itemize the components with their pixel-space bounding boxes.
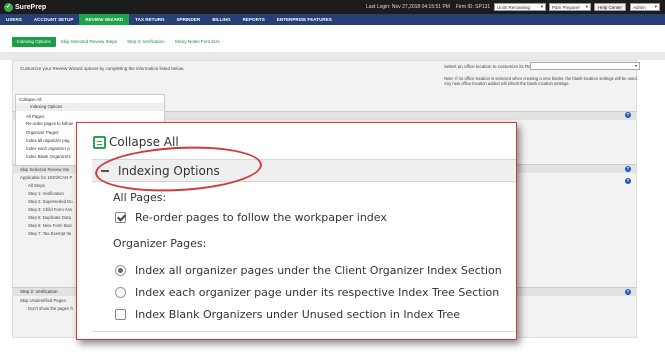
mini-reorder-option[interactable]: Re-order pages to follow (26, 121, 73, 126)
nav-users[interactable]: USERS (0, 14, 28, 25)
verification-header: Step 2: Verification (20, 289, 58, 294)
chevron-down-icon: ▾ (654, 4, 657, 9)
help-icon[interactable]: ? (625, 178, 631, 184)
step-item[interactable]: Step 3: Child Form Ass (28, 207, 72, 212)
all-pages-label: All Pages: (113, 191, 167, 204)
reorder-pages-option[interactable]: Re-order pages to follow the workpaper i… (115, 211, 387, 224)
nav-enterprise-features[interactable]: ENTERPRISE FEATURES (271, 14, 338, 25)
option-3-label: Index Blank Organizers under Unused sect… (135, 308, 461, 321)
page-description: Customize your Review Wizard options by … (20, 66, 185, 71)
nav-reports[interactable]: REPORTS (237, 14, 271, 25)
mini-option-3[interactable]: Index Blank Organizers (26, 154, 71, 159)
nav-account-setup[interactable]: ACCOUNT SETUP (28, 14, 80, 25)
firm-id-text: Firm ID: SP131 (456, 4, 491, 10)
step-item[interactable]: Step 6: New Form Bod (28, 223, 71, 228)
main-nav: USERS ACCOUNT SETUP REVIEW WIZARD TAX RE… (0, 14, 665, 25)
divider-band (0, 52, 665, 60)
mini-indexing-title: Indexing Options (30, 104, 63, 109)
radio-index-each[interactable] (115, 287, 126, 298)
unidentified-label: Skip Unidentified Pages: (20, 298, 67, 303)
review-wizard-screen: ✓ SurePrep Last Login: Nov 27,2018 04:15:… (0, 0, 665, 354)
applicable-label: Applicable for 1040/ICAN P (20, 175, 73, 180)
zoomed-indexing-panel: Collapse All Indexing Options All Pages:… (76, 122, 517, 340)
help-icon[interactable]: ? (625, 166, 631, 172)
sub-tabs: Indexing Options Skip Selected Review St… (0, 36, 665, 48)
top-bar: ✓ SurePrep Last Login: Nov 27,2018 04:15:… (0, 0, 665, 14)
option-1-label: Index all organizer pages under the Clie… (135, 264, 502, 277)
chevron-down-icon: ▾ (634, 63, 637, 68)
step-item[interactable]: Step 1: Verification (28, 191, 64, 196)
organizer-option-2[interactable]: Index each organizer page under its resp… (115, 286, 499, 299)
organizer-option-1[interactable]: Index all organizer pages under the Clie… (115, 264, 502, 277)
reorder-checkbox[interactable] (115, 212, 126, 223)
dont-show-option[interactable]: Don't show the pages fr (28, 306, 73, 311)
office-location-select[interactable]: ▾ (530, 62, 640, 70)
step-item[interactable]: All Steps (28, 183, 45, 188)
admin-label: Admin (633, 4, 646, 10)
nav-billing[interactable]: BILLING (206, 14, 236, 25)
step-item[interactable]: Step 2: Superseded Do (28, 199, 73, 204)
tab-sticky-notes[interactable]: Sticky Notes Font Size (170, 37, 225, 47)
tab-skip-review-steps[interactable]: Skip Selected Review Steps (56, 37, 122, 47)
nav-review-wizard[interactable]: REVIEW WIZARD (79, 14, 130, 25)
tab-verification[interactable]: Step 2: Verification (122, 37, 170, 47)
blank-organizers-option[interactable]: Index Blank Organizers under Unused sect… (115, 308, 460, 321)
step-item[interactable]: Step 5: Duplicate Data (28, 215, 71, 220)
units-label: Units Remaining (497, 4, 531, 10)
radio-index-all[interactable] (115, 265, 126, 276)
user-label: Pam Preparer (552, 4, 581, 10)
organizer-pages-label: Organizer Pages: (113, 237, 207, 250)
step-item[interactable]: Step 7: Tax Exempt Ite (28, 231, 71, 236)
skip-steps-header: Skip Selected Review Ste (20, 167, 70, 172)
divider (92, 331, 516, 332)
nav-tax-return[interactable]: TAX RETURN (129, 14, 170, 25)
tab-indexing-options[interactable]: Indexing Options (12, 37, 56, 47)
mini-all-pages-label: All Pages: (26, 114, 46, 119)
mini-option-2[interactable]: Index each organizer p (26, 146, 70, 151)
last-login-text: Last Login: Nov 27,2018 04:15:51 PM (366, 4, 450, 10)
option-2-label: Index each organizer page under its resp… (135, 286, 500, 299)
office-note: Note: If no office location is selected … (444, 76, 638, 86)
help-icon[interactable]: ? (625, 289, 631, 295)
highlight-oval (93, 142, 264, 196)
mini-option-1[interactable]: Index all organizer pag (26, 138, 69, 143)
help-icon[interactable]: ? (625, 112, 631, 118)
admin-dropdown[interactable]: Admin ▾ (630, 3, 660, 11)
sureprep-logo: ✓ SurePrep (4, 2, 47, 12)
units-dropdown[interactable]: Units Remaining ▾ (494, 3, 546, 11)
blank-organizers-checkbox[interactable] (115, 309, 126, 320)
mini-organizer-label: Organizer Pages: (26, 130, 60, 135)
check-logo-icon: ✓ (4, 2, 13, 12)
chevron-down-icon: ▾ (585, 4, 588, 9)
brand-name: SurePrep (15, 3, 47, 11)
user-dropdown[interactable]: Pam Preparer ▾ (549, 3, 591, 11)
reorder-label: Re-order pages to follow the workpaper i… (135, 211, 387, 224)
nav-sprinder[interactable]: SPRINDER (170, 14, 206, 25)
chevron-down-icon: ▾ (540, 4, 543, 9)
collapse-list-icon (93, 135, 106, 149)
mini-collapse-all[interactable]: Collapse All (19, 97, 41, 102)
help-center-button[interactable]: Help Center (594, 3, 627, 11)
